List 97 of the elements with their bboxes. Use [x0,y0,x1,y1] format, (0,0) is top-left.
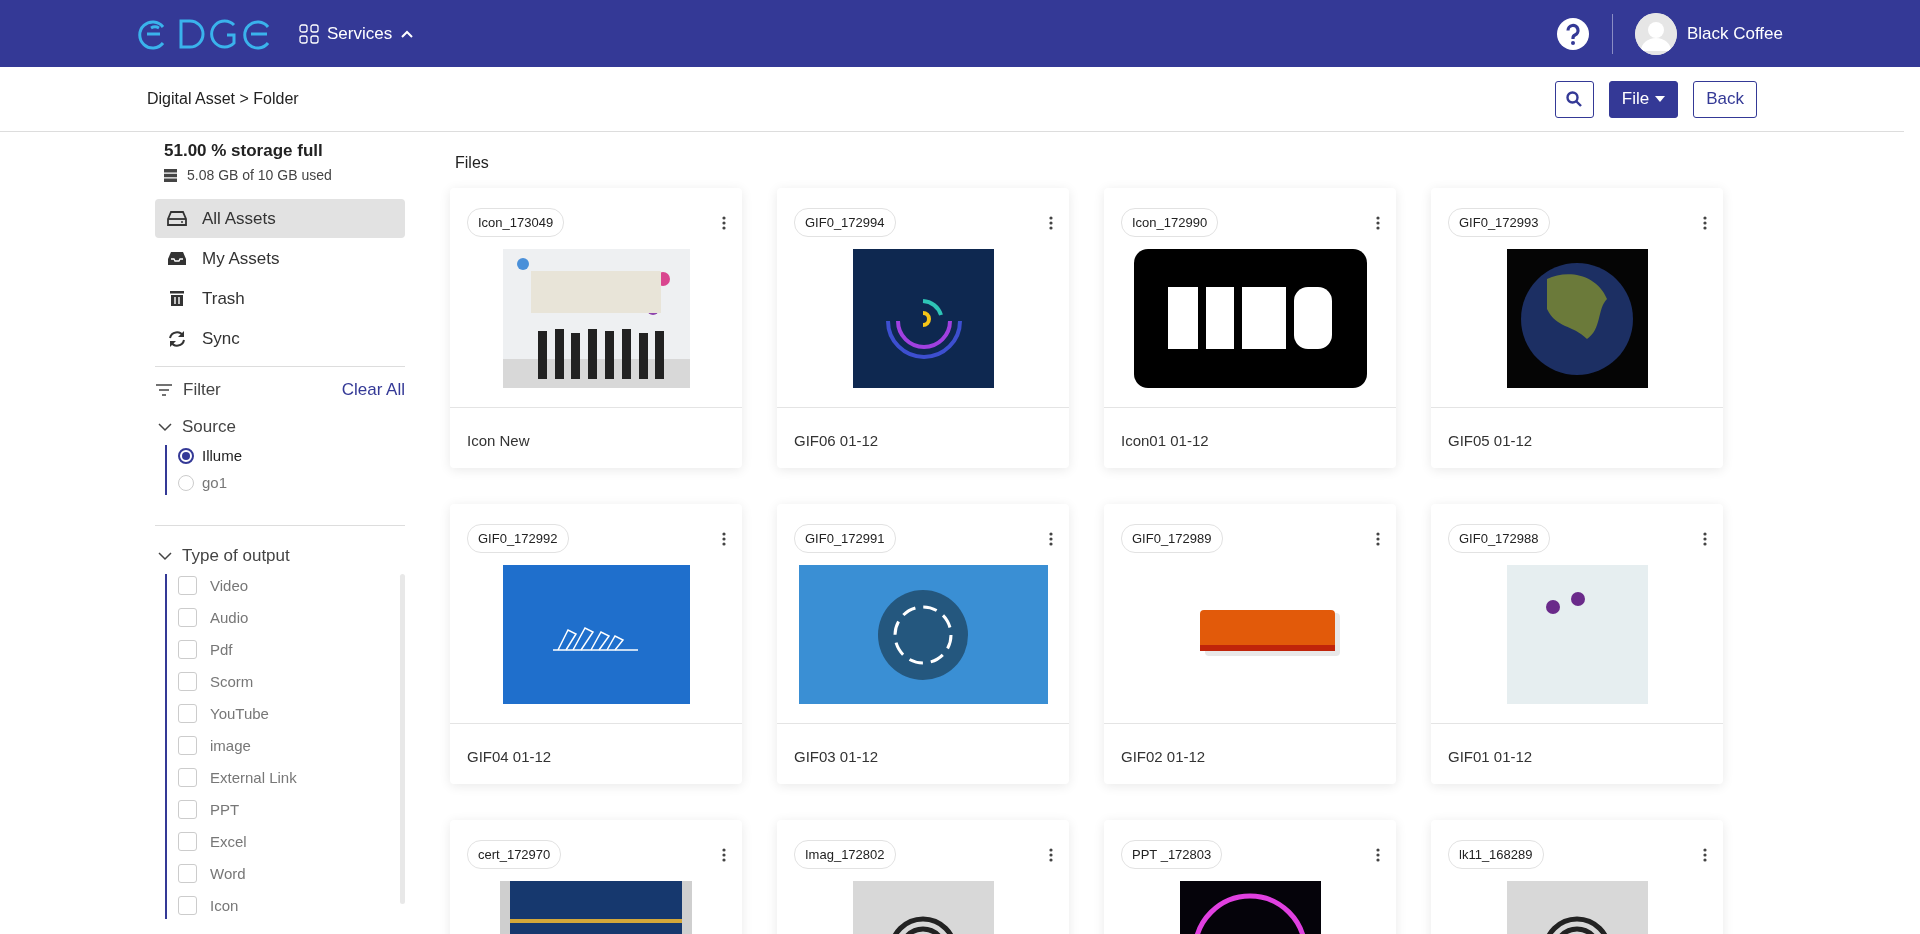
asset-card[interactable]: Icon_172990 Icon01 01-12 [1104,188,1396,468]
asset-card[interactable]: GIF0_172988 GIF01 01-12 [1431,504,1723,784]
option-label: Word [210,865,246,882]
asset-title: Icon01 01-12 [1121,432,1209,449]
kebab-menu-icon[interactable] [1376,531,1380,546]
back-button[interactable]: Back [1693,80,1757,118]
kebab-menu-icon[interactable] [1049,847,1053,862]
asset-title: Icon New [467,432,530,449]
option-label: Scorm [210,673,254,690]
filter-icon [155,383,173,397]
nav-item[interactable]: My Assets [155,239,405,278]
asset-id: GIF0_172989 [1121,524,1223,553]
kebab-menu-icon[interactable] [722,847,726,862]
file-button[interactable]: File [1608,80,1679,118]
asset-card[interactable]: GIF0_172991 GIF03 01-12 [777,504,1069,784]
storage-icon [164,168,177,182]
asset-card[interactable]: Icon_173049 Icon New [450,188,742,468]
option-label: Video [210,577,249,594]
asset-card[interactable]: GIF0_172993 GIF05 01-12 [1431,188,1723,468]
services-menu[interactable]: Services [299,23,415,44]
kebab-menu-icon[interactable] [722,215,726,230]
asset-id: GIF0_172991 [794,524,896,553]
asset-title: GIF03 01-12 [794,748,879,765]
search-icon [1566,91,1583,107]
checkbox[interactable] [178,608,197,627]
checkbox[interactable] [178,736,197,755]
option-label: Audio [210,609,249,626]
option-label: go1 [202,474,228,491]
asset-card[interactable]: GIF0_172992 GIF04 01-12 [450,504,742,784]
storage-title: 51.00 % storage full [164,141,324,161]
asset-id: PPT _172803 [1121,840,1223,869]
checkbox[interactable] [178,576,197,595]
asset-id: Icon_173049 [467,208,565,237]
caret-icon [1655,96,1666,102]
asset-title: GIF06 01-12 [794,432,879,449]
kebab-menu-icon[interactable] [1376,215,1380,230]
option-label: External Link [210,769,297,786]
asset-card[interactable]: GIF0_172989 GIF02 01-12 [1104,504,1396,784]
nav-item[interactable]: All Assets [155,199,405,238]
asset-card[interactable]: Imag_172802 [777,820,1069,934]
clear-all-link[interactable]: Clear All [341,380,405,400]
option-label: Pdf [210,641,233,658]
asset-title: GIF02 01-12 [1121,748,1206,765]
help-icon[interactable] [1556,17,1589,50]
user-name[interactable]: Black Coffee [1686,23,1783,44]
asset-id: cert_172970 [467,840,562,869]
checkbox[interactable] [178,896,197,915]
kebab-menu-icon[interactable] [1049,215,1053,230]
checkbox[interactable] [178,800,197,819]
asset-card[interactable]: PPT _172803 [1104,820,1396,934]
radio-button[interactable] [178,447,194,464]
nav-item[interactable]: Sync [155,319,405,358]
option-label: Icon [210,897,239,914]
kebab-menu-icon[interactable] [1049,531,1053,546]
option-label: PPT [210,801,240,818]
drive-icon [167,210,187,227]
trash-icon [167,290,187,307]
asset-title: GIF01 01-12 [1448,748,1533,765]
checkbox[interactable] [178,768,197,787]
kebab-menu-icon[interactable] [1376,847,1380,862]
search-button[interactable] [1554,80,1594,118]
asset-card[interactable]: cert_172970 [450,820,742,934]
option-label: Illume [202,447,242,464]
sync-icon [167,330,187,347]
option-label: Excel [210,833,247,850]
checkbox[interactable] [178,672,197,691]
asset-title: GIF04 01-12 [467,748,552,765]
asset-card[interactable]: lk11_168289 [1431,820,1723,934]
nav-item[interactable]: Trash [155,279,405,318]
section-heading: Files [455,154,490,172]
avatar[interactable] [1634,12,1677,55]
checkbox[interactable] [178,640,197,659]
asset-id: GIF0_172994 [794,208,896,237]
asset-id: Imag_172802 [794,840,896,869]
kebab-menu-icon[interactable] [1703,531,1707,546]
option-label: image [210,737,251,754]
section-header[interactable]: Source [158,417,405,437]
asset-id: GIF0_172993 [1448,208,1550,237]
asset-id: lk11_168289 [1448,840,1544,869]
storage-usage: 5.08 GB of 10 GB used [187,167,332,183]
asset-id: GIF0_172992 [467,524,569,553]
tray-icon [167,250,187,267]
asset-title: GIF05 01-12 [1448,432,1533,449]
grid-icon [299,23,319,44]
asset-id: Icon_172990 [1121,208,1219,237]
section-header[interactable]: Type of output [158,546,405,566]
asset-id: GIF0_172988 [1448,524,1550,553]
checkbox[interactable] [178,704,197,723]
option-label: YouTube [210,705,269,722]
checkbox[interactable] [178,832,197,851]
kebab-menu-icon[interactable] [1703,847,1707,862]
breadcrumb: Digital Asset > Folder [147,90,299,108]
kebab-menu-icon[interactable] [722,531,726,546]
kebab-menu-icon[interactable] [1703,215,1707,230]
filter-label: Filter [183,380,221,400]
asset-card[interactable]: GIF0_172994 GIF06 01-12 [777,188,1069,468]
checkbox[interactable] [178,864,197,883]
